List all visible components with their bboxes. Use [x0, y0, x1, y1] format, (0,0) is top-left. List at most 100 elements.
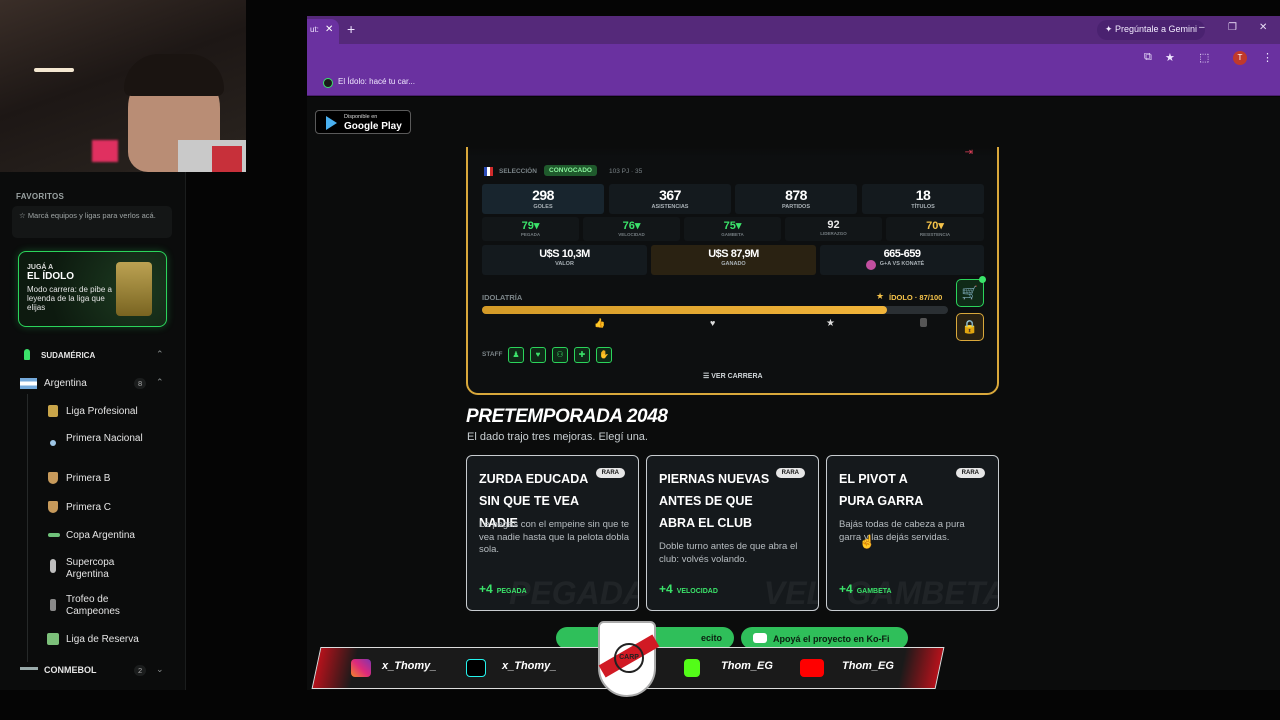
stat-asistencias: 367 ASISTENCIAS	[609, 184, 731, 214]
region-sudamerica[interactable]: SUDAMÉRICA	[41, 351, 95, 360]
extensions-icon[interactable]: ⬚	[1199, 51, 1209, 64]
primera-nacional-icon	[50, 440, 56, 446]
argentina-flag-icon	[20, 378, 37, 389]
league-item[interactable]: Trofeo de Campeones	[66, 594, 146, 618]
exit-icon[interactable]: ⇥	[965, 147, 973, 158]
chevron-up-icon[interactable]: ⌃	[156, 349, 164, 360]
river-plate-shield: CARP	[598, 621, 660, 697]
idolo-status: ÍDOLO · 87/100	[889, 293, 943, 302]
attr-pegada: 79▾ PEGADA	[482, 217, 579, 241]
menu-kebab-icon[interactable]: ⋮	[1262, 51, 1273, 64]
league-item[interactable]: Primera B	[66, 473, 110, 485]
country-count: 8	[134, 378, 147, 389]
gemini-button[interactable]: ✦ Pregúntale a Gemini	[1096, 20, 1205, 40]
gplay-top: Disponible en	[344, 114, 378, 120]
instagram-icon	[351, 659, 371, 677]
favorites-hint-text: Marcá equipos y ligas para verlos acá.	[27, 211, 156, 220]
new-tab-button[interactable]: +	[347, 21, 355, 37]
minimize-icon[interactable]: –	[1199, 22, 1205, 33]
el-idolo-promo-card[interactable]: JUGÁ A EL ÍDOLO Modo carrera: de pibe a …	[18, 251, 167, 327]
league-item[interactable]: Liga Profesional	[66, 406, 138, 418]
attr-key: PEGADA	[520, 232, 541, 237]
bonus-value: +4	[479, 582, 493, 596]
active-tab[interactable]: ut:	[307, 19, 339, 44]
attr-value: 79▾	[521, 220, 540, 232]
staff-heart-icon[interactable]: ♥	[530, 347, 546, 363]
map-pin-icon	[24, 349, 30, 360]
tab-title: ut:	[310, 25, 319, 34]
upgrade-watermark: PEGADA	[509, 575, 639, 611]
google-play-icon	[326, 116, 337, 130]
attr-key: GAMBETA	[721, 232, 744, 237]
bonus-value: +4	[839, 582, 853, 596]
rarity-badge: RARA	[775, 468, 805, 478]
shop-cart-button[interactable]: 🛒	[956, 279, 984, 307]
league-item[interactable]: Copa Argentina	[66, 530, 135, 542]
bonus-stat: PEGADA	[496, 588, 527, 595]
staff-group-icon[interactable]: ⚇	[552, 347, 568, 363]
stat-goles: 298 GOLES	[482, 184, 604, 214]
league-item[interactable]: Supercopa Argentina	[66, 557, 146, 581]
page-viewport: Disponible en Google Play ⇥ SELECCIÓN CO…	[307, 97, 1280, 690]
attr-liderazgo: 92 LIDERAZGO	[785, 217, 882, 241]
staff-hand-icon[interactable]: ✋	[596, 347, 612, 363]
region-conmebol[interactable]: CONMEBOL	[44, 665, 97, 675]
staff-pills-icon[interactable]: ✚	[574, 347, 590, 363]
upgrade-card[interactable]: PIERNAS NUEVAS ANTES DE QUE ABRA EL CLUB…	[646, 455, 819, 611]
upgrade-card[interactable]: ZURDA EDUCADA SIN QUE TE VEA NADIE RARA …	[466, 455, 639, 611]
staff-member-icon[interactable]: ♟	[508, 347, 524, 363]
pretemporada-subtitle: El dado trajo tres mejoras. Elegí una.	[467, 431, 648, 443]
stat-vs-konate: 665-659 G+A VS KONATÉ	[820, 245, 984, 275]
bonus-value: +4	[659, 582, 673, 596]
tab-bar: ut: ✕ + ✦ Pregúntale a Gemini – ❐ ✕	[307, 16, 1280, 44]
liga-reserva-icon	[47, 633, 59, 645]
restore-icon[interactable]: ❐	[1228, 22, 1237, 33]
upgrade-title: PIERNAS NUEVAS ANTES DE QUE ABRA EL CLUB	[659, 472, 770, 530]
liga-profesional-icon	[48, 405, 58, 417]
pretemporada-title: PRETEMPORADA 2048	[466, 406, 668, 427]
upgrade-title: EL PIVOT A PURA GARRA	[839, 472, 924, 508]
bookmark-item[interactable]: El Ídolo: hacé tu car...	[338, 77, 415, 86]
kofi-left-label: ecito	[700, 633, 722, 643]
idolatria-label: IDOLATRÍA	[482, 293, 523, 302]
stat-key: GANADO	[721, 261, 746, 267]
close-window-icon[interactable]: ✕	[1259, 22, 1267, 33]
bag-button[interactable]: 🔒	[956, 313, 984, 341]
favorites-title: FAVORITOS	[16, 192, 65, 201]
sidebar: FAVORITOS ☆ Marcá equipos y ligas para v…	[0, 172, 186, 690]
country-argentina[interactable]: Argentina	[44, 378, 87, 390]
idolatria-progress	[482, 306, 948, 314]
stat-value: U$S 10,3M	[539, 248, 590, 260]
list-icon: ☰	[703, 373, 712, 380]
chevron-down-icon[interactable]: ⌄	[156, 664, 164, 675]
seleccion-label: SELECCIÓN	[499, 168, 537, 175]
stat-key: ASISTENCIAS	[651, 204, 689, 210]
chevron-up-icon[interactable]: ⌃	[156, 377, 164, 388]
upgrade-bonus: +4 VELOCIDAD	[659, 582, 718, 596]
stat-key: TÍTULOS	[911, 204, 935, 210]
league-item[interactable]: Liga de Reserva	[66, 634, 139, 646]
attr-key: LIDERAZGO	[820, 231, 847, 236]
stat-ganado: U$S 87,9M GANADO	[651, 245, 816, 275]
upgrade-card[interactable]: EL PIVOT A PURA GARRA RARA Bajás todas d…	[826, 455, 999, 611]
kofi-label: Apoyá el proyecto en Ko-Fi	[773, 634, 890, 644]
tree-line	[27, 394, 28, 662]
profile-avatar[interactable]: T	[1233, 51, 1247, 65]
google-play-button[interactable]: Disponible en Google Play	[315, 110, 411, 134]
bookmark-star-icon[interactable]: ★	[1165, 51, 1175, 64]
sparkle-icon: ✦	[1104, 24, 1115, 34]
ver-carrera-button[interactable]: ☰ VER CARRERA	[703, 372, 763, 380]
attr-value: 92	[827, 219, 840, 231]
stat-key: VALOR	[555, 261, 574, 267]
stat-titulos: 18 TÍTULOS	[862, 184, 984, 214]
close-tab-icon[interactable]: ✕	[325, 24, 333, 35]
kofi-button[interactable]: Apoyá el proyecto en Ko-Fi	[741, 627, 908, 649]
career-card: ⇥ SELECCIÓN CONVOCADO 103 PJ · 35 298 GO…	[466, 147, 999, 395]
seleccion-stats: 103 PJ · 35	[609, 168, 643, 175]
upgrade-desc: Le pegás con el empeine sin que te vea n…	[479, 519, 630, 555]
mouse-cursor-icon: ☝	[859, 534, 876, 549]
league-item[interactable]: Primera C	[66, 502, 111, 514]
cast-icon[interactable]: ⧉	[1144, 51, 1152, 64]
league-item[interactable]: Primera Nacional	[66, 433, 146, 445]
stat-value: 878	[785, 187, 807, 203]
